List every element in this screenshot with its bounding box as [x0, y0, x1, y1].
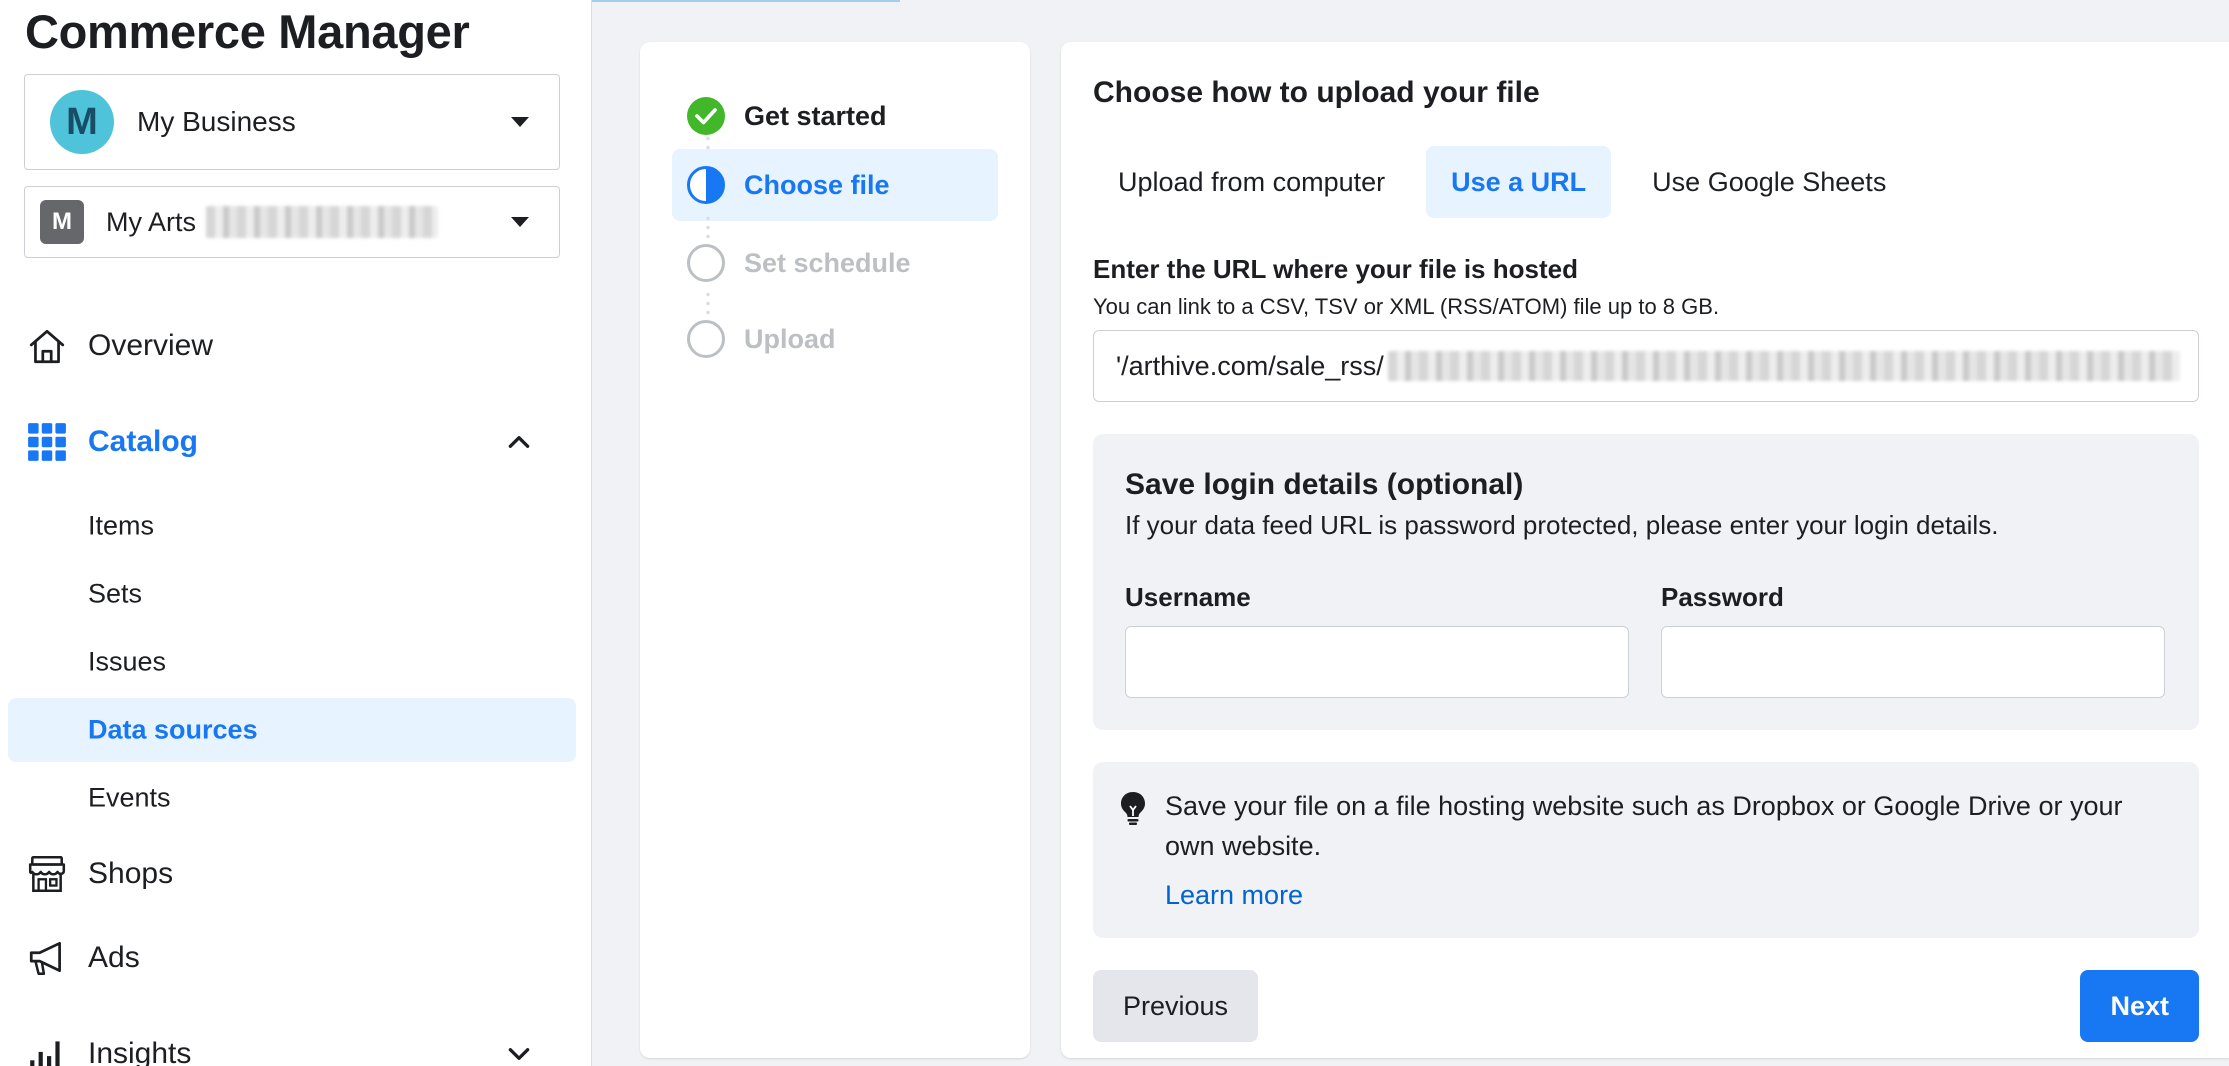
- business-name: My Business: [137, 106, 296, 137]
- sidebar-subitem-items[interactable]: Items: [8, 494, 576, 558]
- sidebar-item-label: Shops: [88, 857, 174, 890]
- url-input[interactable]: '/arthive.com/sale_rss/: [1093, 330, 2199, 402]
- business-avatar: M: [50, 90, 114, 154]
- url-field-help: You can link to a CSV, TSV or XML (RSS/A…: [1093, 294, 1720, 319]
- tab-upload-from-computer[interactable]: Upload from computer: [1093, 146, 1410, 218]
- login-details-section: Save login details (optional) If your da…: [1093, 434, 2199, 730]
- tab-use-a-url[interactable]: Use a URL: [1426, 146, 1612, 218]
- upload-title: Choose how to upload your file: [1093, 76, 1540, 109]
- step-set-schedule[interactable]: Set schedule: [672, 227, 998, 299]
- sidebar-subitem-label: Events: [88, 782, 171, 813]
- step-label: Choose file: [744, 169, 890, 200]
- chevron-down-icon[interactable]: [506, 1041, 532, 1066]
- sidebar-subitem-sets[interactable]: Sets: [8, 562, 576, 626]
- sidebar-subitem-issues[interactable]: Issues: [8, 630, 576, 694]
- tab-use-google-sheets[interactable]: Use Google Sheets: [1627, 146, 1911, 218]
- empty-circle-icon: [687, 244, 725, 282]
- url-input-value: '/arthive.com/sale_rss/: [1116, 350, 1384, 381]
- sidebar-subitem-label: Items: [88, 510, 155, 541]
- lightbulb-icon: [1121, 792, 1145, 825]
- login-description: If your data feed URL is password protec…: [1125, 510, 1999, 540]
- storefront-icon: [28, 855, 66, 893]
- login-title: Save login details (optional): [1125, 468, 1524, 501]
- step-label: Upload: [744, 323, 836, 354]
- sidebar-subitem-label: Sets: [88, 578, 143, 609]
- catalog-name: My Arts: [106, 206, 197, 237]
- catalog-selector[interactable]: M My Arts: [24, 186, 560, 258]
- next-button[interactable]: Next: [2080, 970, 2199, 1042]
- bar-chart-icon: [30, 1041, 60, 1066]
- step-label: Set schedule: [744, 247, 911, 278]
- sidebar-item-insights[interactable]: Insights: [0, 1030, 592, 1066]
- learn-more-link[interactable]: Learn more: [1165, 880, 1303, 911]
- sidebar-item-label: Ads: [88, 941, 140, 974]
- sidebar-subitem-events[interactable]: Events: [8, 766, 576, 830]
- password-label: Password: [1661, 582, 1784, 612]
- half-circle-icon: [687, 166, 725, 204]
- sidebar-item-shops[interactable]: Shops: [0, 850, 592, 898]
- redacted-text: [1387, 351, 2180, 381]
- step-get-started[interactable]: Get started: [672, 80, 998, 152]
- caret-down-icon: [511, 117, 529, 127]
- sidebar-item-overview[interactable]: Overview: [0, 322, 592, 370]
- password-input[interactable]: [1661, 626, 2165, 698]
- step-choose-file[interactable]: Choose file: [672, 149, 998, 221]
- tip-text: Save your file on a file hosting website…: [1165, 791, 2123, 861]
- sidebar-subitem-label: Data sources: [88, 714, 258, 745]
- step-label: Get started: [744, 100, 887, 131]
- upload-card: Choose how to upload your file Upload fr…: [1061, 42, 2229, 1058]
- business-selector[interactable]: M My Business: [24, 74, 560, 170]
- username-label: Username: [1125, 582, 1251, 612]
- chevron-up-icon[interactable]: [506, 429, 532, 455]
- check-circle-icon: [687, 97, 725, 135]
- sidebar-item-ads[interactable]: Ads: [0, 934, 592, 982]
- caret-down-icon: [511, 217, 529, 227]
- grid-icon: [28, 423, 66, 461]
- username-input[interactable]: [1125, 626, 1629, 698]
- sidebar-item-label: Overview: [88, 329, 214, 362]
- sidebar-item-label: Insights: [88, 1037, 192, 1066]
- sidebar: Commerce Manager M My Business M My Arts…: [0, 0, 592, 1066]
- previous-button[interactable]: Previous: [1093, 970, 1259, 1042]
- tip-section: Save your file on a file hosting website…: [1093, 762, 2199, 938]
- megaphone-icon: [29, 941, 61, 976]
- sidebar-subitem-label: Issues: [88, 646, 167, 677]
- empty-circle-icon: [687, 320, 725, 358]
- steps-panel: Get started Choose file Set schedule Upl…: [640, 42, 1030, 1058]
- sidebar-item-label: Catalog: [88, 425, 199, 458]
- catalog-avatar: M: [40, 200, 84, 244]
- upload-method-tabs: Upload from computer Use a URL Use Googl…: [1093, 146, 1927, 218]
- home-icon: [29, 329, 65, 364]
- step-upload[interactable]: Upload: [672, 303, 998, 375]
- redacted-text: [206, 206, 439, 238]
- sidebar-item-catalog[interactable]: Catalog: [0, 418, 592, 466]
- url-field-label: Enter the URL where your file is hosted: [1093, 254, 1578, 284]
- app-title: Commerce Manager: [25, 5, 470, 58]
- sidebar-subitem-data-sources[interactable]: Data sources: [8, 698, 576, 762]
